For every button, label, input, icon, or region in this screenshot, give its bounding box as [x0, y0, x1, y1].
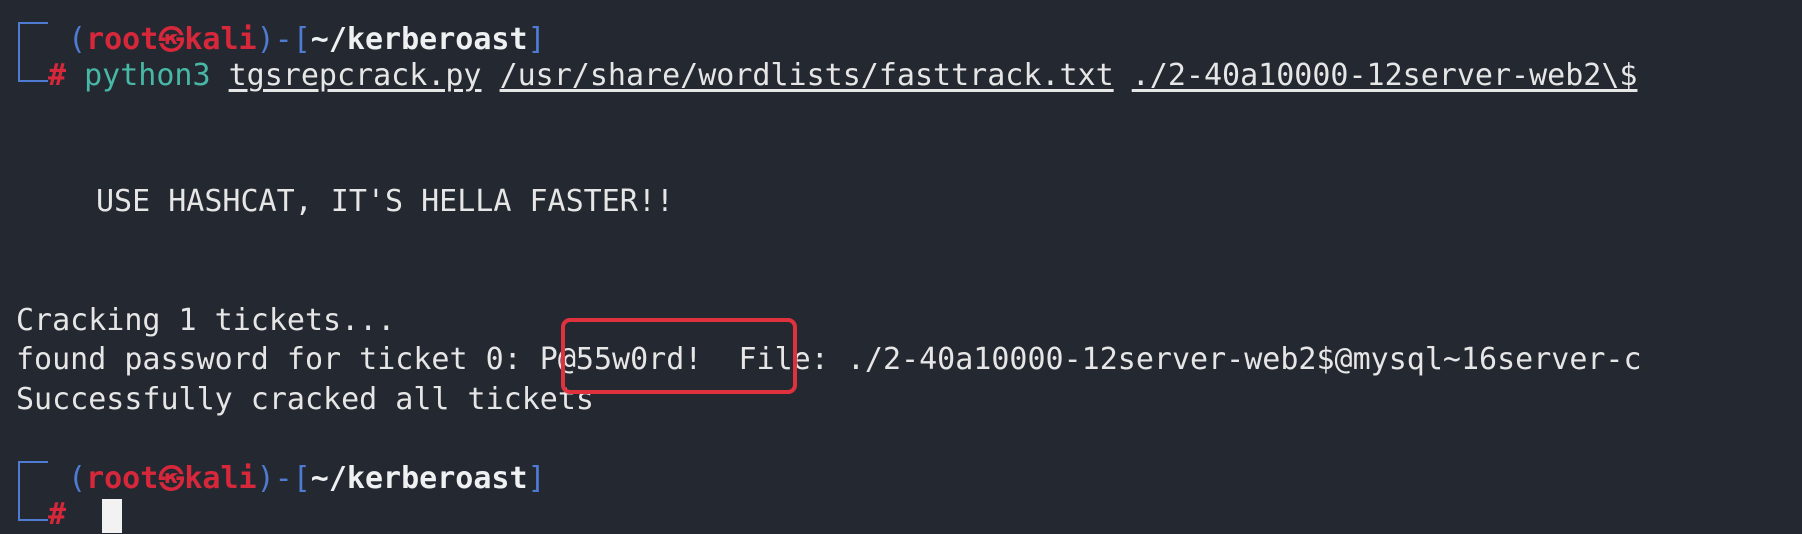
command-name: python3	[84, 58, 211, 93]
prompt-user: root	[86, 22, 159, 57]
output-cracking: Cracking 1 tickets...	[16, 303, 396, 338]
prompt-path-open: )-[	[256, 22, 311, 57]
prompt-open-paren-2: (	[68, 461, 87, 496]
terminal-window[interactable]: (root㉿kali)-[~/kerberoast] # python3 tgs…	[0, 0, 1802, 534]
prompt-line-2: (root㉿kali)-[~/kerberoast]	[68, 459, 546, 499]
prompt-frame-bottom	[18, 56, 48, 82]
prompt-frame-bottom-2	[18, 495, 48, 521]
prompt-line-1: (root㉿kali)-[~/kerberoast]	[68, 20, 546, 60]
prompt-hash-2: #	[48, 497, 67, 532]
command-arg-ticket: ./2-40a10000-12server-web2\$	[1131, 58, 1638, 93]
command-line-2[interactable]: #	[48, 495, 123, 534]
prompt-path-2: ~/kerberoast	[310, 461, 528, 496]
command-arg-wordlist: /usr/share/wordlists/fasttrack.txt	[499, 58, 1114, 93]
password-highlight-box	[561, 318, 797, 394]
kali-skull-icon: ㉿	[158, 465, 185, 495]
found-prefix: found password for ticket 0:	[16, 342, 540, 377]
prompt-host: kali	[184, 22, 257, 57]
prompt-path-open-2: )-[	[256, 461, 311, 496]
output-found-line: found password for ticket 0: P@55w0rd! F…	[16, 340, 1642, 380]
prompt-path: ~/kerberoast	[310, 22, 528, 57]
prompt-hash: #	[48, 58, 67, 93]
kali-skull-icon: ㉿	[158, 26, 185, 56]
command-line-1: # python3 tgsrepcrack.py /usr/share/word…	[48, 56, 1637, 96]
prompt-path-close: ]	[527, 22, 546, 57]
output-banner: USE HASHCAT, IT'S HELLA FASTER!!	[96, 184, 674, 219]
text-cursor	[102, 498, 123, 533]
command-arg-script: tgsrepcrack.py	[228, 58, 482, 93]
output-success: Successfully cracked all tickets	[16, 382, 594, 417]
prompt-open-paren: (	[68, 22, 87, 57]
prompt-user-2: root	[86, 461, 159, 496]
prompt-path-close-2: ]	[527, 461, 546, 496]
prompt-host-2: kali	[184, 461, 257, 496]
found-file: File: ./2-40a10000-12server-web2$@mysql~…	[702, 342, 1642, 377]
